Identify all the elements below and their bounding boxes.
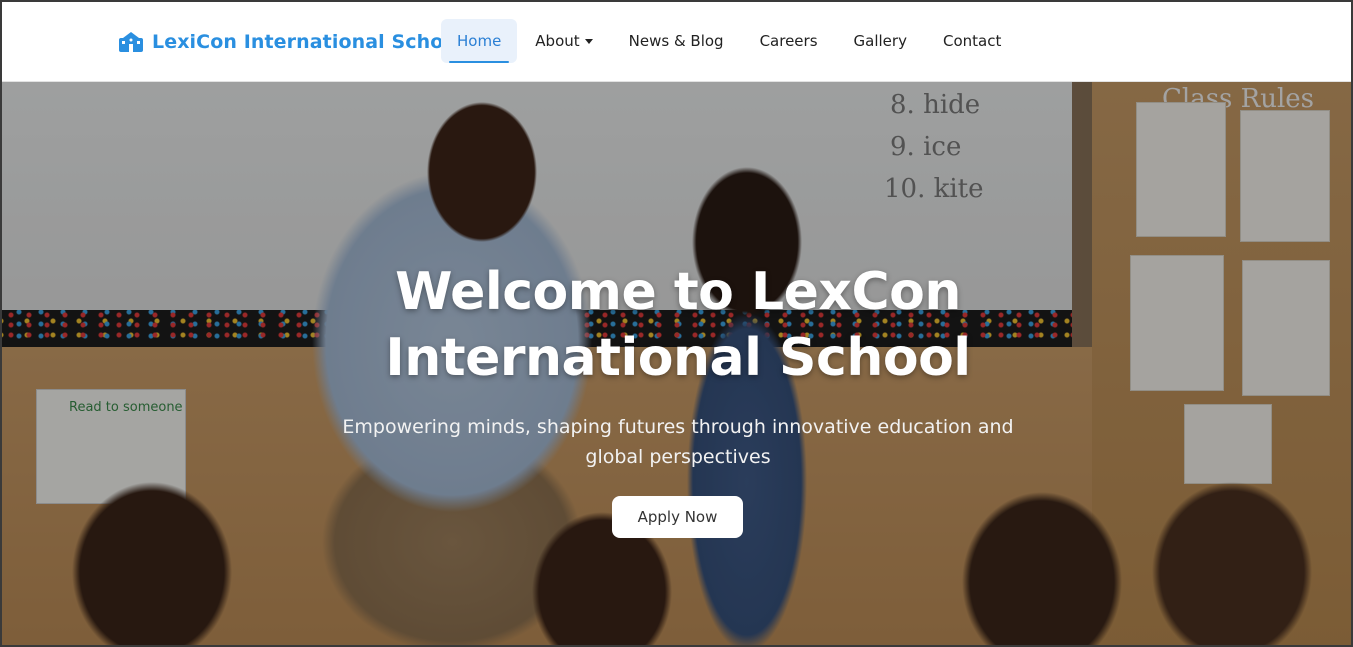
brand-logo-link[interactable]: LexiCon International School [118,31,463,53]
hero-content: Welcome to LexCon International School E… [2,82,1351,645]
nav-item-contact[interactable]: Contact [925,19,1019,63]
nav-item-label: Careers [759,32,818,50]
nav-item-label: Gallery [853,32,907,50]
nav-item-about[interactable]: About [517,19,610,63]
hero-title: Welcome to LexCon International School [385,262,971,388]
nav-item-label: News & Blog [628,32,724,50]
nav-item-news-blog[interactable]: News & Blog [611,19,742,63]
apply-now-button[interactable]: Apply Now [612,496,743,538]
nav-item-label: Home [457,32,502,50]
hero-section: 8. hide 9. ice 10. kite Class Rules Read… [2,82,1351,645]
brand-name: LexiCon International School [152,31,464,53]
caret-down-icon [584,38,593,44]
nav-item-gallery[interactable]: Gallery [836,19,925,63]
top-navbar: LexiCon International School Home About … [2,2,1351,82]
school-icon [118,31,144,53]
nav-item-label: Contact [942,32,1002,50]
nav-item-home[interactable]: Home [441,19,518,63]
browser-frame: LexiCon International School Home About … [0,0,1353,647]
hero-subtitle: Empowering minds, shaping futures throug… [342,416,1014,468]
main-nav: Home About News & Blog Careers Gallery C… [441,19,1019,63]
nav-item-careers[interactable]: Careers [742,19,836,63]
nav-item-label: About [535,32,580,50]
